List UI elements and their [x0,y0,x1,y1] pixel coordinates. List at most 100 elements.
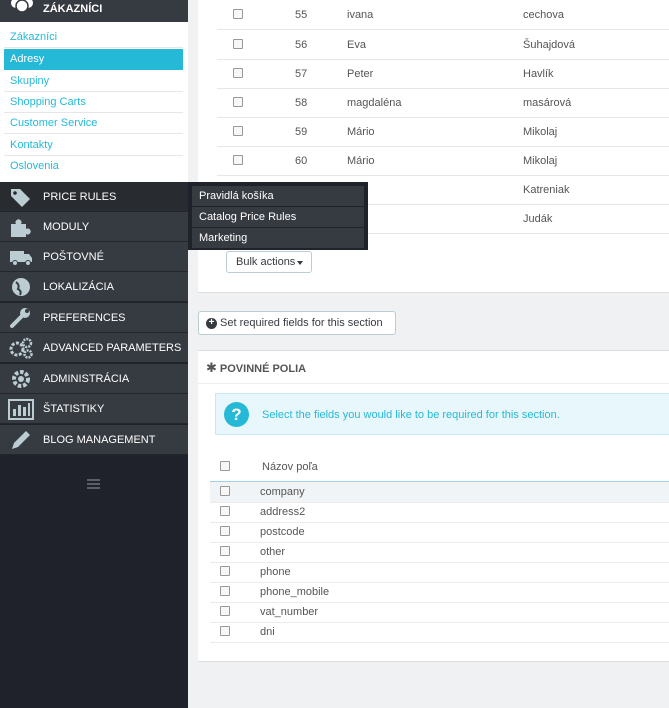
pencil-icon [12,431,30,449]
info-text: Select the fields you would like to be r… [262,409,560,421]
field-name: postcode [260,526,305,538]
sidebar: ZÁKAZNÍCI Zákazníci Adresy Skupiny Shopp… [0,0,188,708]
flyout-item-cart-rules[interactable]: Pravidlá košíka [192,186,364,206]
field-checkbox[interactable] [220,626,230,636]
cell-last-name: masárová [523,97,572,109]
cell-last-name: cechova [523,9,564,21]
submenu-item-zakaznici[interactable]: Zákazníci [4,27,183,48]
field-checkbox[interactable] [220,586,230,596]
bulk-actions-button[interactable]: Bulk actions [226,251,312,273]
table-row[interactable]: 55 ivana cechova [217,0,669,30]
cell-first-name: magdaléna [347,97,402,109]
field-checkbox[interactable] [220,506,230,516]
field-name: dni [260,626,275,638]
bulk-actions-label: Bulk actions [236,256,296,268]
menu-item-moduly[interactable]: MODULY [0,212,188,242]
tag-icon [11,189,30,207]
main-content: 55 ivana cechova 56 Eva Šuhajdová 57 Pet… [188,0,669,708]
truck-icon [10,251,32,266]
field-row[interactable]: company [210,482,669,503]
field-name: company [260,486,305,498]
puzzle-icon [11,219,31,237]
field-checkbox[interactable] [220,486,230,496]
customers-submenu: Zákazníci Adresy Skupiny Shopping Carts … [0,22,188,182]
menu-item-postovne[interactable]: POŠTOVNÉ [0,242,188,272]
cell-first-name: ivana [347,9,374,21]
menu-item-label: LOKALIZÁCIA [43,281,114,293]
field-name: phone_mobile [260,586,330,598]
field-checkbox[interactable] [220,526,230,536]
fields-table-header: Názov poľa [210,459,669,482]
row-checkbox[interactable] [233,126,243,136]
flyout-item-marketing[interactable]: Marketing [192,228,364,248]
cell-last-name: Šuhajdová [523,39,575,51]
row-checkbox[interactable] [233,9,243,19]
menu-item-statistiky[interactable]: ŠTATISTIKY [0,394,188,424]
info-alert: ? Select the fields you would like to be… [215,393,669,435]
field-checkbox[interactable] [220,546,230,556]
row-checkbox[interactable] [233,155,243,165]
menu-item-lokalizacia[interactable]: LOKALIZÁCIA [0,272,188,302]
menu-item-preferences[interactable]: PREFERENCES [0,303,188,333]
menu-item-blog-management[interactable]: BLOG MANAGEMENT [0,425,188,455]
cell-first-name: Eva [347,39,366,51]
cell-last-name: Mikolaj [523,155,558,167]
set-required-fields-button[interactable]: + Set required fields for this section [198,311,396,335]
cell-id: 56 [295,39,308,51]
submenu-item-adresy[interactable]: Adresy [4,49,183,70]
users-icon [11,0,33,13]
field-name: other [260,546,286,558]
field-row[interactable]: dni [210,622,669,643]
field-row[interactable]: vat_number [210,602,669,623]
table-row[interactable]: 59 Mário Mikolaj [217,117,669,147]
select-all-checkbox[interactable] [220,461,230,471]
nav-customers-header[interactable]: ZÁKAZNÍCI [0,0,188,22]
field-row[interactable]: phone [210,562,669,583]
field-row[interactable]: postcode [210,522,669,543]
field-name: phone [260,566,291,578]
price-rules-flyout: Pravidlá košíka Catalog Price Rules Mark… [188,182,368,250]
wrench-icon [10,308,30,328]
field-checkbox[interactable] [220,566,230,576]
field-row[interactable]: phone_mobile [210,582,669,603]
table-row[interactable]: 56 Eva Šuhajdová [217,30,669,60]
menu-item-label: MODULY [43,221,90,233]
cell-id: 60 [295,155,308,167]
submenu-item-shopping-carts[interactable]: Shopping Carts [4,92,183,113]
submenu-item-customer-service[interactable]: Customer Service [4,113,183,134]
submenu-item-oslovenia[interactable]: Oslovenia [4,156,183,177]
menu-item-label: POŠTOVNÉ [43,251,104,263]
table-row[interactable]: 60 Mário Mikolaj [217,146,669,176]
bar-chart-icon [8,399,34,420]
row-checkbox[interactable] [233,97,243,107]
cell-last-name: Judák [523,213,553,225]
menu-collapse-icon[interactable] [87,478,100,489]
menu-item-price-rules[interactable]: PRICE RULES [0,182,188,212]
row-checkbox[interactable] [233,39,243,49]
field-name: address2 [260,506,306,518]
field-row[interactable]: address2 [210,502,669,523]
menu-item-administracia[interactable]: ADMINISTRÁCIA [0,364,188,394]
menu-item-label: PREFERENCES [43,312,126,324]
menu-item-advanced-parameters[interactable]: ADVANCED PARAMETERS [0,333,188,363]
cell-first-name: Peter [347,68,374,80]
cell-id: 57 [295,68,308,80]
heading-divider [198,383,669,384]
flyout-item-catalog-price-rules[interactable]: Catalog Price Rules [192,207,364,227]
cell-id: 55 [295,9,308,21]
submenu-item-kontakty[interactable]: Kontakty [4,135,183,156]
column-header-field-name: Názov poľa [262,461,318,473]
cell-last-name: Havlík [523,68,554,80]
field-row[interactable]: other [210,542,669,563]
globe-icon [12,278,30,296]
caret-down-icon [297,261,303,265]
menu-item-label: ADVANCED PARAMETERS [43,342,182,354]
panel-heading: ✱ POVINNÉ POLIA [206,360,306,376]
menu-item-label: PRICE RULES [43,191,117,203]
required-fields-panel: ✱ POVINNÉ POLIA ? Select the fields you w… [198,350,669,662]
submenu-item-skupiny[interactable]: Skupiny [4,71,183,92]
table-row[interactable]: 57 Peter Havlík [217,59,669,89]
field-checkbox[interactable] [220,606,230,616]
row-checkbox[interactable] [233,68,243,78]
table-row[interactable]: 58 magdaléna masárová [217,88,669,118]
